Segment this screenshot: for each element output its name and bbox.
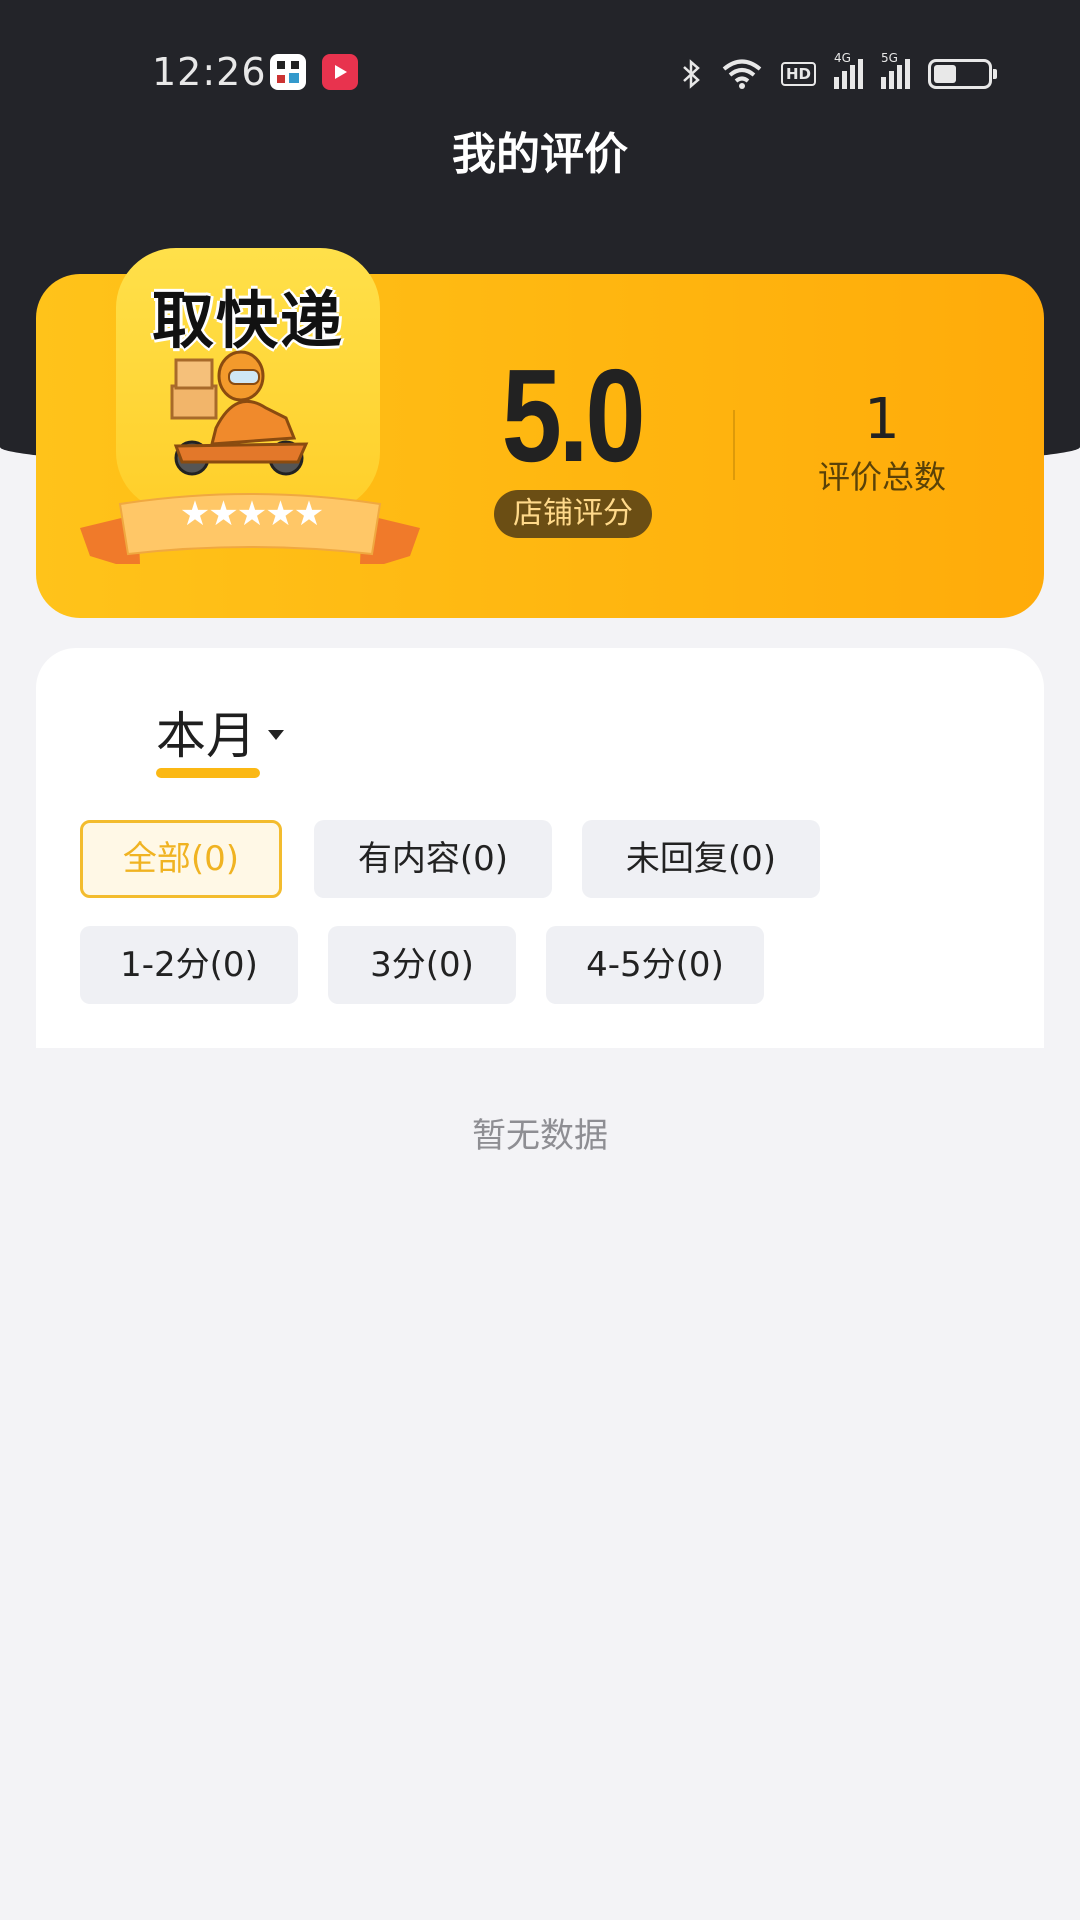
store-score-value: 5.0 <box>501 342 646 489</box>
chip-unreplied[interactable]: 未回复(0) <box>582 820 820 898</box>
period-label: 本月 <box>156 707 256 765</box>
status-time: 12:26 <box>152 50 267 94</box>
status-bar: 12:26 HD 4G 5G <box>0 40 1080 104</box>
rating-stars: ★★★★★ <box>179 494 324 534</box>
total-reviews-label: 评价总数 <box>817 458 946 496</box>
chip-score-4-5[interactable]: 4-5分(0) <box>546 926 764 1004</box>
hd-badge: HD <box>780 62 816 86</box>
page-title: 我的评价 <box>452 129 628 180</box>
signal-4g-icon: 4G <box>834 51 863 89</box>
period-dropdown[interactable]: 本月 <box>156 696 284 768</box>
chip-with-content[interactable]: 有内容(0) <box>314 820 552 898</box>
video-app-icon <box>322 54 358 90</box>
battery-icon <box>928 59 997 89</box>
status-indicators: HD 4G 5G <box>681 51 997 94</box>
chip-all[interactable]: 全部(0) <box>80 820 282 898</box>
bluetooth-icon <box>683 59 700 89</box>
caret-down-icon <box>268 730 284 740</box>
period-underline <box>156 768 260 778</box>
total-reviews-value: 1 <box>864 387 900 452</box>
courier-scooter-icon <box>170 350 309 476</box>
score-divider <box>733 410 735 480</box>
chip-score-3[interactable]: 3分(0) <box>328 926 516 1004</box>
qr-app-icon <box>270 54 306 90</box>
signal-5g-icon: 5G <box>881 51 910 89</box>
store-score-label: 店铺评分 <box>494 490 652 538</box>
store-logo-tile: 取快递 <box>116 248 380 512</box>
chip-score-1-2[interactable]: 1-2分(0) <box>80 926 298 1004</box>
store-logo: 取快递 ★★★★★ <box>80 248 420 578</box>
empty-state-text: 暂无数据 <box>472 1116 608 1156</box>
wifi-icon <box>722 59 762 89</box>
